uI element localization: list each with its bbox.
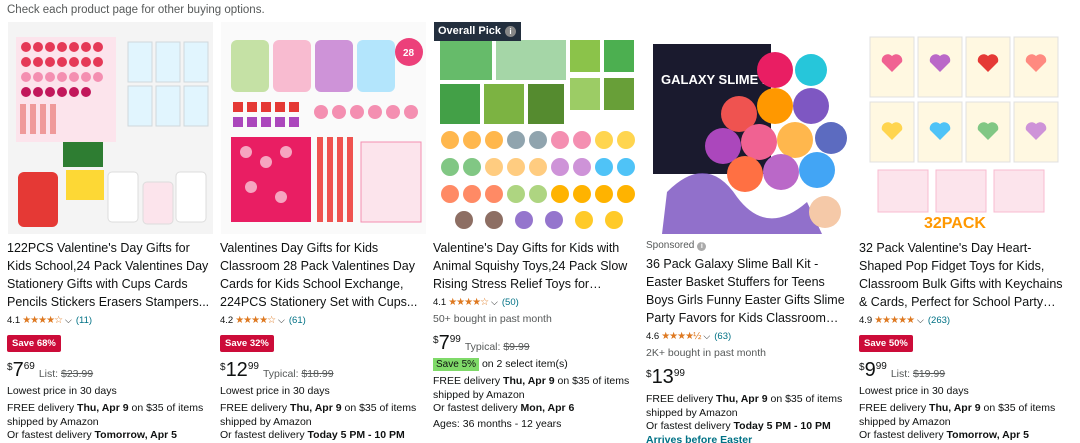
- chevron-down-icon[interactable]: ⌵: [65, 315, 72, 326]
- rating-value: 4.1: [7, 314, 21, 326]
- chevron-down-icon[interactable]: ⌵: [491, 297, 498, 308]
- product-title[interactable]: Valentines Day Gifts for Kids Classroom …: [220, 239, 424, 311]
- product-rating[interactable]: 4.9 ★★★★★ ⌵ (263): [859, 312, 1063, 328]
- lowest-price-note: Lowest price in 30 days: [220, 385, 330, 397]
- arrives-note: Arrives before Easter: [646, 433, 753, 443]
- rating-value: 4.1: [433, 296, 447, 308]
- product-image[interactable]: [8, 22, 213, 234]
- rating-value: 4.2: [220, 314, 234, 326]
- chevron-down-icon[interactable]: ⌵: [278, 315, 285, 326]
- product-rating[interactable]: 4.6 ★★★★½ ⌵ (63): [646, 328, 850, 344]
- star-rating-icon: ★★★★☆: [22, 314, 63, 326]
- product-image-galaxy-slime: GALAXY SLIME BALL: [647, 22, 852, 234]
- product-image-squishy-toys: [434, 22, 639, 234]
- buying-options-notice: Check each product page for other buying…: [7, 4, 265, 16]
- product-card[interactable]: GALAXY SLIME BALL Sponsored i 36 Pack Ga…: [639, 22, 852, 443]
- review-count[interactable]: (11): [76, 315, 92, 326]
- product-image[interactable]: GALAXY SLIME BALL: [647, 22, 852, 234]
- product-title[interactable]: 36 Pack Galaxy Slime Ball Kit - Easter B…: [646, 255, 850, 327]
- product-card[interactable]: 32PACK 32 Pack Valentine's Day Heart-Sha…: [852, 22, 1065, 443]
- chevron-down-icon[interactable]: ⌵: [703, 331, 710, 342]
- product-price[interactable]: $ 12 99: [220, 360, 259, 380]
- rating-value: 4.9: [859, 314, 873, 326]
- product-price[interactable]: $ 7 99: [433, 333, 461, 353]
- age-range: Ages: 36 months - 12 years: [433, 417, 562, 430]
- product-image-valentine-kit: [8, 22, 213, 234]
- coupon-offer[interactable]: Save 5% on 2 select item(s): [433, 358, 637, 371]
- save-badge: Save 50%: [859, 335, 913, 352]
- info-icon[interactable]: i: [505, 26, 516, 37]
- review-count[interactable]: (61): [289, 315, 306, 326]
- product-image[interactable]: 32PACK: [860, 22, 1065, 234]
- save-badge: Save 32%: [220, 335, 274, 352]
- svg-text:28: 28: [403, 48, 415, 59]
- chevron-down-icon[interactable]: ⌵: [917, 315, 924, 326]
- product-card[interactable]: 122PCS Valentine's Day Gifts for Kids Sc…: [0, 22, 213, 443]
- delivery-info: FREE delivery Thu, Apr 9 on $35 of items…: [859, 402, 1056, 441]
- product-title[interactable]: 122PCS Valentine's Day Gifts for Kids Sc…: [7, 239, 211, 311]
- typical-price: Typical: $9.99: [464, 341, 530, 353]
- delivery-info: FREE delivery Thu, Apr 9 on $35 of items…: [7, 402, 204, 441]
- product-rating[interactable]: 4.1 ★★★★☆ ⌵ (50): [433, 294, 637, 310]
- delivery-info: FREE delivery Thu, Apr 9 on $35 of items…: [433, 375, 630, 414]
- product-title[interactable]: Valentine's Day Gifts for Kids with Anim…: [433, 239, 637, 293]
- overall-pick-badge[interactable]: Overall Pick i: [434, 22, 521, 41]
- review-count[interactable]: (263): [928, 315, 950, 326]
- product-price[interactable]: $ 9 99: [859, 360, 887, 380]
- info-icon[interactable]: i: [697, 241, 707, 251]
- coupon-tag: Save 5%: [433, 358, 480, 371]
- product-price[interactable]: $ 13 99: [646, 367, 685, 387]
- review-count[interactable]: (50): [502, 297, 519, 308]
- delivery-info: FREE delivery Thu, Apr 9 on $35 of items…: [220, 402, 417, 441]
- star-rating-icon: ★★★★½: [661, 330, 701, 342]
- product-price[interactable]: $ 7 69: [7, 360, 35, 380]
- product-rating[interactable]: 4.1 ★★★★☆ ⌵ (11): [7, 312, 211, 328]
- bought-past-month: 50+ bought in past month: [433, 313, 552, 325]
- product-image-stationery-set: 28: [221, 22, 426, 234]
- product-grid: 122PCS Valentine's Day Gifts for Kids Sc…: [0, 22, 1080, 443]
- product-card[interactable]: Overall Pick i Valentine's Day Gifts for…: [426, 22, 639, 443]
- star-rating-icon: ★★★★☆: [448, 296, 489, 308]
- product-rating[interactable]: 4.2 ★★★★☆ ⌵ (61): [220, 312, 424, 328]
- product-image-pop-fidget: 32PACK: [860, 22, 1065, 234]
- rating-value: 4.6: [646, 330, 660, 342]
- delivery-info: FREE delivery Thu, Apr 9 on $35 of items…: [646, 393, 850, 443]
- product-card[interactable]: 28 Valentines Day Gifts for Kids Classro…: [213, 22, 426, 443]
- lowest-price-note: Lowest price in 30 days: [7, 385, 117, 397]
- list-price: List: $23.99: [38, 368, 94, 380]
- review-count[interactable]: (63): [714, 331, 731, 342]
- product-image[interactable]: 28: [221, 22, 426, 234]
- bought-past-month: 2K+ bought in past month: [646, 347, 766, 359]
- typical-price: Typical: $18.99: [262, 368, 334, 380]
- product-image[interactable]: Overall Pick i: [434, 22, 639, 234]
- star-rating-icon: ★★★★★: [874, 314, 915, 326]
- list-price: List: $19.99: [890, 368, 946, 380]
- lowest-price-note: Lowest price in 30 days: [859, 385, 969, 397]
- sponsored-label[interactable]: Sponsored i: [646, 239, 850, 253]
- image-label-text: 32PACK: [924, 215, 986, 232]
- product-title[interactable]: 32 Pack Valentine's Day Heart-Shaped Pop…: [859, 239, 1063, 311]
- save-badge: Save 68%: [7, 335, 61, 352]
- star-rating-icon: ★★★★☆: [235, 314, 276, 326]
